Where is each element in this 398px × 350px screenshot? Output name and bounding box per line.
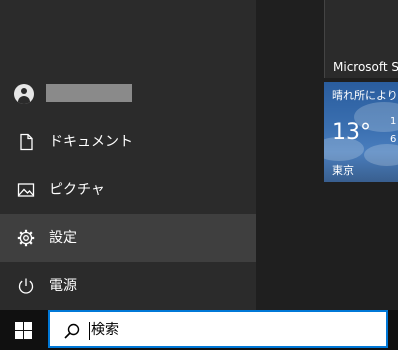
menu-item-label: ピクチャ [49,182,105,198]
menu-item-label: 電源 [49,278,77,294]
power-icon [18,278,34,294]
user-account-button[interactable] [0,78,256,110]
search-icon [64,323,80,339]
tile-weather[interactable]: 晴れ所により曇 13° 1 6 東京 [324,82,398,182]
menu-item-label: 設定 [49,230,77,246]
username-redacted [46,84,132,102]
text-caret [89,322,90,340]
menu-item-documents[interactable]: ドキュメント [0,118,256,166]
windows-logo-icon [15,322,32,339]
menu-item-label: ドキュメント [49,134,133,150]
menu-item-power[interactable]: 電源 [0,262,256,310]
start-button[interactable] [0,310,48,350]
weather-high: 1 [390,116,397,127]
taskbar: 検索 [0,310,398,350]
start-menu-left-panel: ドキュメント ピクチャ 設定 電源 [0,0,256,310]
avatar [14,84,34,104]
tile-label: Microsoft Sto [333,60,398,74]
weather-city: 東京 [332,164,354,177]
search-input[interactable]: 検索 [48,310,388,348]
weather-low: 6 [390,134,397,145]
gear-icon [17,229,35,247]
menu-item-settings[interactable]: 設定 [0,214,256,262]
pictures-icon [17,183,35,197]
weather-condition: 晴れ所により曇 [332,89,398,102]
document-icon [20,133,33,151]
weather-temperature: 13° [332,120,371,145]
tile-microsoft-store[interactable]: Microsoft Sto [324,0,398,78]
search-placeholder: 検索 [91,322,119,338]
menu-item-pictures[interactable]: ピクチャ [0,166,256,214]
